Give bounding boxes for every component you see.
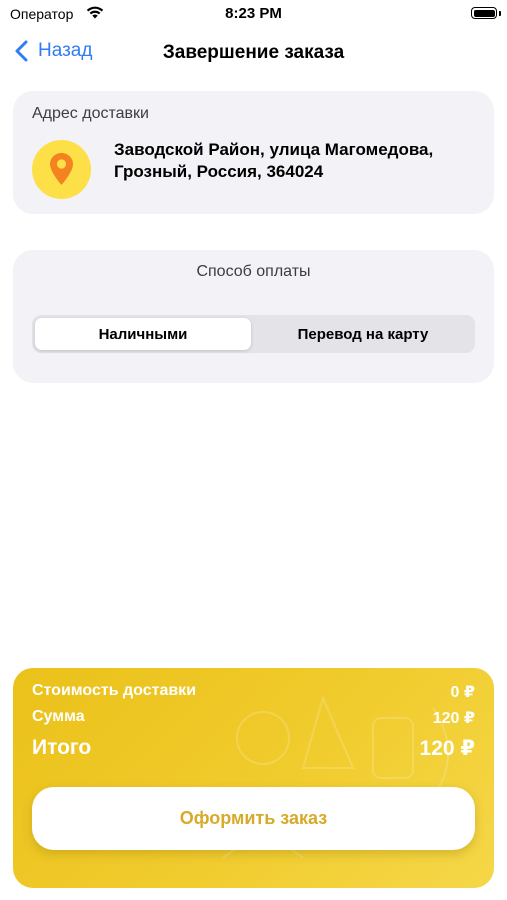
location-pin-icon xyxy=(50,153,73,185)
delivery-address-card[interactable]: Адрес доставки Заводской Район, улица Ма… xyxy=(13,91,494,214)
delivery-cost-value: 0 ₽ xyxy=(450,684,475,701)
payment-option-cash[interactable]: Наличными xyxy=(35,318,251,350)
location-badge xyxy=(32,140,91,199)
order-summary-panel: Стоимость доставки 0 ₽ Сумма 120 ₽ Итого… xyxy=(13,668,494,888)
place-order-button[interactable]: Оформить заказ xyxy=(32,787,475,850)
payment-segmented-control[interactable]: Наличными Перевод на карту xyxy=(32,315,475,353)
payment-heading: Способ оплаты xyxy=(196,263,311,280)
battery-cap xyxy=(499,11,501,16)
battery-icon xyxy=(471,7,497,19)
total-label: Итого xyxy=(32,736,92,759)
subtotal-value: 120 ₽ xyxy=(432,710,475,727)
payment-method-card: Способ оплаты Наличными Перевод на карту xyxy=(13,250,494,383)
status-bar: Оператор 8:23 PM xyxy=(0,0,507,30)
delivery-cost-label: Стоимость доставки xyxy=(32,682,197,699)
address-text: Заводской Район, улица Магомедова, Грозн… xyxy=(114,140,434,181)
total-value: 120 ₽ xyxy=(419,737,475,760)
payment-option-card-transfer[interactable]: Перевод на карту xyxy=(254,318,472,350)
navigation-bar: Назад Завершение заказа xyxy=(0,30,507,76)
address-heading: Адрес доставки xyxy=(32,105,149,122)
page-title: Завершение заказа xyxy=(162,42,345,63)
clock: 8:23 PM xyxy=(225,5,282,22)
subtotal-label: Сумма xyxy=(32,708,85,725)
